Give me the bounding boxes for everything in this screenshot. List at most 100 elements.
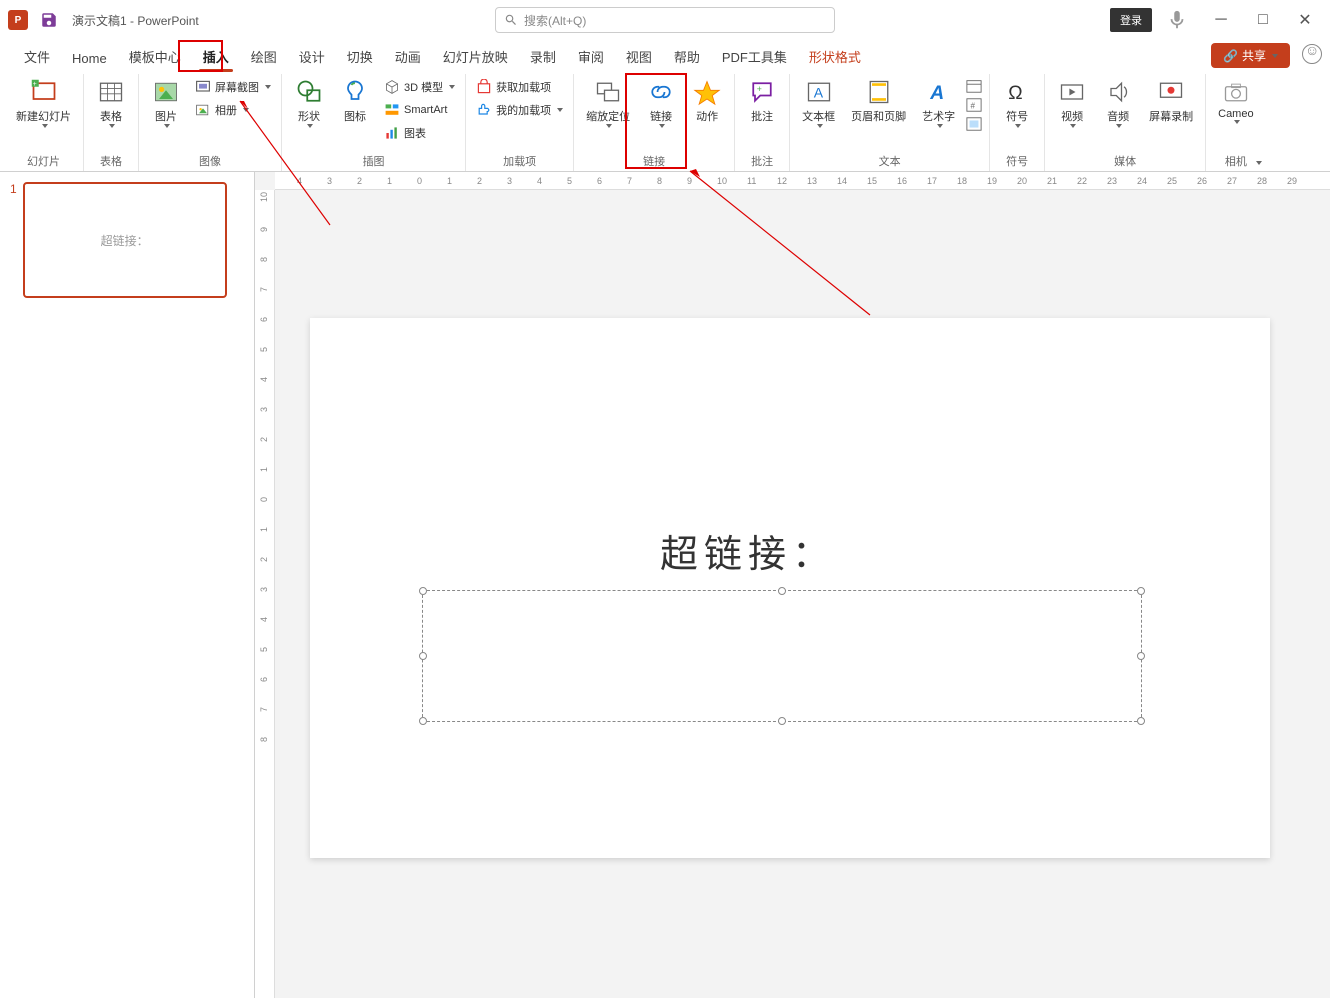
ribbon-tabs: 文件 Home 模板中心 插入 绘图 设计 切换 动画 幻灯片放映 录制 审阅 … (0, 40, 1330, 72)
audio-button[interactable]: 音频 (1097, 76, 1139, 130)
pictures-button[interactable]: 图片 (145, 76, 187, 130)
tab-slideshow[interactable]: 幻灯片放映 (433, 41, 518, 72)
tab-help[interactable]: 帮助 (664, 41, 710, 72)
link-icon (647, 78, 675, 106)
smartart-button[interactable]: SmartArt (380, 99, 459, 121)
tab-shape-format[interactable]: 形状格式 (799, 41, 871, 72)
screenrec-icon (1157, 78, 1185, 106)
group-symbols: Ω 符号 符号 (990, 74, 1045, 171)
object-icon[interactable] (965, 116, 983, 132)
shapes-button[interactable]: 形状 (288, 76, 330, 130)
video-icon (1058, 78, 1086, 106)
new-slide-button[interactable]: + 新建幻灯片 (10, 76, 77, 130)
cameo-button[interactable]: Cameo (1212, 76, 1259, 126)
my-addins-button[interactable]: 我的加载项 (472, 99, 567, 121)
resize-handle[interactable] (1137, 717, 1145, 725)
selected-textbox[interactable] (422, 590, 1142, 722)
maximize-button[interactable]: □ (1244, 6, 1282, 34)
album-button[interactable]: 相册 (191, 99, 275, 121)
group-media: 视频 音频 屏幕录制 媒体 (1045, 74, 1206, 171)
login-button[interactable]: 登录 (1110, 8, 1152, 32)
3d-model-button[interactable]: 3D 模型 (380, 76, 459, 98)
tab-insert[interactable]: 插入 (193, 41, 239, 72)
save-icon[interactable] (40, 11, 58, 29)
resize-handle[interactable] (778, 587, 786, 595)
tab-file[interactable]: 文件 (14, 41, 60, 72)
resize-handle[interactable] (419, 587, 427, 595)
title-bar: P 演示文稿1 - PowerPoint 搜索(Alt+Q) 登录 ─ □ ✕ (0, 0, 1330, 40)
app-icon: P (8, 10, 28, 30)
ribbon: + 新建幻灯片 幻灯片 表格 表格 图片 屏幕截图 (0, 72, 1330, 172)
smartart-icon (384, 102, 400, 118)
mic-icon[interactable] (1166, 9, 1188, 31)
tab-animation[interactable]: 动画 (385, 41, 431, 72)
group-addins: 获取加载项 我的加载项 加载项 (466, 74, 574, 171)
icons-button[interactable]: 图标 (334, 76, 376, 126)
video-button[interactable]: 视频 (1051, 76, 1093, 130)
group-text: A 文本框 页眉和页脚 A 艺术字 # 文本 (790, 74, 990, 171)
close-button[interactable]: ✕ (1286, 6, 1324, 34)
store-icon (476, 79, 492, 95)
zoom-button[interactable]: 缩放定位 (580, 76, 636, 130)
textbox-button[interactable]: A 文本框 (796, 76, 841, 130)
tab-home[interactable]: Home (62, 45, 117, 72)
header-footer-button[interactable]: 页眉和页脚 (845, 76, 912, 126)
group-tables: 表格 表格 (84, 74, 139, 171)
date-icon[interactable] (965, 78, 983, 94)
svg-text:Ω: Ω (1008, 83, 1022, 104)
resize-handle[interactable] (778, 717, 786, 725)
resize-handle[interactable] (419, 717, 427, 725)
album-icon (195, 102, 211, 118)
group-slides: + 新建幻灯片 幻灯片 (4, 74, 84, 171)
resize-handle[interactable] (1137, 652, 1145, 660)
svg-text:+: + (757, 84, 762, 94)
search-box[interactable]: 搜索(Alt+Q) (495, 7, 835, 33)
horizontal-ruler: 4321012345678910111213141516171819202122… (275, 172, 1330, 190)
zoom-icon (594, 78, 622, 106)
minimize-button[interactable]: ─ (1202, 6, 1240, 34)
slide-canvas[interactable]: 超链接： (310, 318, 1270, 858)
headerfooter-icon (865, 78, 893, 106)
tab-pdf[interactable]: PDF工具集 (712, 41, 797, 72)
pictures-icon (152, 78, 180, 106)
comment-button[interactable]: + 批注 (741, 76, 783, 126)
wordart-button[interactable]: A 艺术字 (916, 76, 961, 130)
symbol-button[interactable]: Ω 符号 (996, 76, 1038, 130)
tab-transition[interactable]: 切换 (337, 41, 383, 72)
tab-template[interactable]: 模板中心 (119, 41, 191, 72)
group-camera: Cameo 相机 (1206, 74, 1265, 171)
tab-record[interactable]: 录制 (520, 41, 566, 72)
group-comments: + 批注 批注 (735, 74, 790, 171)
resize-handle[interactable] (1137, 587, 1145, 595)
group-links: 缩放定位 链接 动作 链接 (574, 74, 735, 171)
audio-icon (1104, 78, 1132, 106)
table-icon (97, 78, 125, 106)
resize-handle[interactable] (419, 652, 427, 660)
action-icon (693, 78, 721, 106)
screenshot-button[interactable]: 屏幕截图 (191, 76, 275, 98)
svg-text:#: # (971, 102, 976, 111)
textbox-icon: A (805, 78, 833, 106)
comment-icon: + (748, 78, 776, 106)
canvas[interactable]: 超链接： (275, 190, 1330, 998)
tab-view[interactable]: 视图 (616, 41, 662, 72)
table-button[interactable]: 表格 (90, 76, 132, 130)
get-addins-button[interactable]: 获取加载项 (472, 76, 567, 98)
slide-thumbnail-1[interactable]: 超链接： (23, 182, 227, 298)
chart-button[interactable]: 图表 (380, 122, 459, 144)
slide-title-text[interactable]: 超链接： (660, 523, 836, 578)
tab-draw[interactable]: 绘图 (241, 41, 287, 72)
slide-number-icon[interactable]: # (965, 97, 983, 113)
screen-recording-button[interactable]: 屏幕录制 (1143, 76, 1199, 126)
svg-text:A: A (813, 84, 823, 100)
tab-review[interactable]: 审阅 (568, 41, 614, 72)
tab-design[interactable]: 设计 (289, 41, 335, 72)
feedback-icon[interactable] (1302, 44, 1322, 64)
link-button[interactable]: 链接 (640, 76, 682, 130)
new-slide-icon: + (30, 78, 58, 106)
share-button[interactable]: 🔗 共享 (1211, 43, 1290, 68)
icons-icon (341, 78, 369, 106)
vertical-ruler: 10987654321012345678 (255, 190, 275, 998)
action-button[interactable]: 动作 (686, 76, 728, 126)
window-title: 演示文稿1 - PowerPoint (72, 12, 199, 29)
